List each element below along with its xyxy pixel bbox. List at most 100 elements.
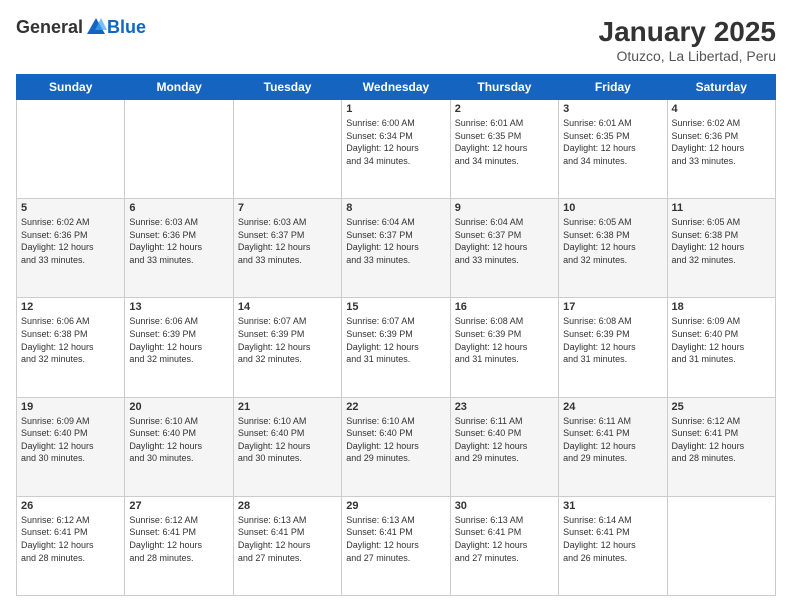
table-row: 26 Sunrise: 6:12 AMSunset: 6:41 PMDayligh… <box>17 496 125 595</box>
day-number: 31 <box>563 500 662 512</box>
day-info: Sunrise: 6:09 AMSunset: 6:40 PMDaylight:… <box>21 415 120 465</box>
day-number: 24 <box>563 401 662 413</box>
table-row: 13 Sunrise: 6:06 AMSunset: 6:39 PMDayligh… <box>125 298 233 397</box>
table-row: 7 Sunrise: 6:03 AMSunset: 6:37 PMDaylight… <box>233 199 341 298</box>
day-number: 18 <box>672 301 771 313</box>
day-info: Sunrise: 6:06 AMSunset: 6:38 PMDaylight:… <box>21 315 120 365</box>
col-monday: Monday <box>125 75 233 100</box>
table-row: 21 Sunrise: 6:10 AMSunset: 6:40 PMDayligh… <box>233 397 341 496</box>
day-number: 26 <box>21 500 120 512</box>
day-info: Sunrise: 6:10 AMSunset: 6:40 PMDaylight:… <box>129 415 228 465</box>
day-info: Sunrise: 6:10 AMSunset: 6:40 PMDaylight:… <box>238 415 337 465</box>
day-info: Sunrise: 6:09 AMSunset: 6:40 PMDaylight:… <box>672 315 771 365</box>
day-info: Sunrise: 6:02 AMSunset: 6:36 PMDaylight:… <box>672 117 771 167</box>
month-title: January 2025 <box>599 16 776 48</box>
table-row: 12 Sunrise: 6:06 AMSunset: 6:38 PMDayligh… <box>17 298 125 397</box>
day-info: Sunrise: 6:06 AMSunset: 6:39 PMDaylight:… <box>129 315 228 365</box>
day-info: Sunrise: 6:11 AMSunset: 6:41 PMDaylight:… <box>563 415 662 465</box>
day-number: 14 <box>238 301 337 313</box>
day-number: 7 <box>238 202 337 214</box>
table-row: 9Sunrise: 6:04 AMSunset: 6:37 PMDaylight… <box>450 199 558 298</box>
logo: General Blue <box>16 16 146 38</box>
table-row: 8 Sunrise: 6:04 AMSunset: 6:37 PMDaylight… <box>342 199 450 298</box>
day-number: 8 <box>346 202 445 214</box>
page: General Blue January 2025 Otuzco, La Lib… <box>0 0 792 612</box>
day-info: Sunrise: 6:08 AMSunset: 6:39 PMDaylight:… <box>563 315 662 365</box>
table-row: 20 Sunrise: 6:10 AMSunset: 6:40 PMDayligh… <box>125 397 233 496</box>
table-row: 19 Sunrise: 6:09 AMSunset: 6:40 PMDayligh… <box>17 397 125 496</box>
day-number: 9 <box>455 202 554 214</box>
day-info: Sunrise: 6:00 AMSunset: 6:34 PMDaylight:… <box>346 117 445 167</box>
calendar-table: Sunday Monday Tuesday Wednesday Thursday… <box>16 74 776 596</box>
day-info: Sunrise: 6:12 AMSunset: 6:41 PMDaylight:… <box>672 415 771 465</box>
day-number: 17 <box>563 301 662 313</box>
table-row: 28 Sunrise: 6:13 AMSunset: 6:41 PMDayligh… <box>233 496 341 595</box>
day-number: 22 <box>346 401 445 413</box>
day-number: 13 <box>129 301 228 313</box>
table-row <box>667 496 775 595</box>
col-thursday: Thursday <box>450 75 558 100</box>
table-row: 18 Sunrise: 6:09 AMSunset: 6:40 PMDayligh… <box>667 298 775 397</box>
table-row: 2Sunrise: 6:01 AMSunset: 6:35 PMDaylight… <box>450 100 558 199</box>
table-row: 22 Sunrise: 6:10 AMSunset: 6:40 PMDayligh… <box>342 397 450 496</box>
table-row: 29 Sunrise: 6:13 AMSunset: 6:41 PMDayligh… <box>342 496 450 595</box>
table-row: 24 Sunrise: 6:11 AMSunset: 6:41 PMDayligh… <box>559 397 667 496</box>
day-number: 11 <box>672 202 771 214</box>
calendar-week-row: 5Sunrise: 6:02 AMSunset: 6:36 PMDaylight… <box>17 199 776 298</box>
header: General Blue January 2025 Otuzco, La Lib… <box>16 16 776 64</box>
day-info: Sunrise: 6:13 AMSunset: 6:41 PMDaylight:… <box>238 514 337 564</box>
day-number: 3 <box>563 103 662 115</box>
col-tuesday: Tuesday <box>233 75 341 100</box>
table-row: 1 Sunrise: 6:00 AMSunset: 6:34 PMDaylight… <box>342 100 450 199</box>
table-row: 11Sunrise: 6:05 AMSunset: 6:38 PMDayligh… <box>667 199 775 298</box>
day-number: 19 <box>21 401 120 413</box>
day-info: Sunrise: 6:03 AMSunset: 6:36 PMDaylight:… <box>129 216 228 266</box>
day-info: Sunrise: 6:04 AMSunset: 6:37 PMDaylight:… <box>346 216 445 266</box>
day-number: 20 <box>129 401 228 413</box>
table-row: 10Sunrise: 6:05 AMSunset: 6:38 PMDayligh… <box>559 199 667 298</box>
table-row: 6 Sunrise: 6:03 AMSunset: 6:36 PMDaylight… <box>125 199 233 298</box>
table-row <box>17 100 125 199</box>
day-number: 21 <box>238 401 337 413</box>
title-block: January 2025 Otuzco, La Libertad, Peru <box>599 16 776 64</box>
day-number: 27 <box>129 500 228 512</box>
day-number: 1 <box>346 103 445 115</box>
logo-blue: Blue <box>107 17 146 38</box>
calendar-header-row: Sunday Monday Tuesday Wednesday Thursday… <box>17 75 776 100</box>
day-number: 28 <box>238 500 337 512</box>
logo-icon <box>85 16 107 38</box>
day-info: Sunrise: 6:03 AMSunset: 6:37 PMDaylight:… <box>238 216 337 266</box>
table-row: 14 Sunrise: 6:07 AMSunset: 6:39 PMDayligh… <box>233 298 341 397</box>
day-info: Sunrise: 6:11 AMSunset: 6:40 PMDaylight:… <box>455 415 554 465</box>
day-number: 12 <box>21 301 120 313</box>
day-info: Sunrise: 6:10 AMSunset: 6:40 PMDaylight:… <box>346 415 445 465</box>
logo-general: General <box>16 17 83 38</box>
day-info: Sunrise: 6:12 AMSunset: 6:41 PMDaylight:… <box>21 514 120 564</box>
calendar-week-row: 19 Sunrise: 6:09 AMSunset: 6:40 PMDayligh… <box>17 397 776 496</box>
day-number: 15 <box>346 301 445 313</box>
table-row: 31 Sunrise: 6:14 AMSunset: 6:41 PMDayligh… <box>559 496 667 595</box>
col-saturday: Saturday <box>667 75 775 100</box>
table-row <box>233 100 341 199</box>
day-info: Sunrise: 6:07 AMSunset: 6:39 PMDaylight:… <box>346 315 445 365</box>
table-row: 3 Sunrise: 6:01 AMSunset: 6:35 PMDaylight… <box>559 100 667 199</box>
table-row: 30Sunrise: 6:13 AMSunset: 6:41 PMDayligh… <box>450 496 558 595</box>
day-info: Sunrise: 6:08 AMSunset: 6:39 PMDaylight:… <box>455 315 554 365</box>
day-number: 29 <box>346 500 445 512</box>
col-friday: Friday <box>559 75 667 100</box>
day-info: Sunrise: 6:13 AMSunset: 6:41 PMDaylight:… <box>346 514 445 564</box>
day-number: 30 <box>455 500 554 512</box>
day-info: Sunrise: 6:01 AMSunset: 6:35 PMDaylight:… <box>455 117 554 167</box>
day-number: 4 <box>672 103 771 115</box>
calendar-week-row: 26 Sunrise: 6:12 AMSunset: 6:41 PMDayligh… <box>17 496 776 595</box>
day-number: 6 <box>129 202 228 214</box>
table-row: 5Sunrise: 6:02 AMSunset: 6:36 PMDaylight… <box>17 199 125 298</box>
day-info: Sunrise: 6:07 AMSunset: 6:39 PMDaylight:… <box>238 315 337 365</box>
day-info: Sunrise: 6:01 AMSunset: 6:35 PMDaylight:… <box>563 117 662 167</box>
table-row: 23Sunrise: 6:11 AMSunset: 6:40 PMDayligh… <box>450 397 558 496</box>
col-sunday: Sunday <box>17 75 125 100</box>
table-row: 15 Sunrise: 6:07 AMSunset: 6:39 PMDayligh… <box>342 298 450 397</box>
calendar-week-row: 12 Sunrise: 6:06 AMSunset: 6:38 PMDayligh… <box>17 298 776 397</box>
day-info: Sunrise: 6:14 AMSunset: 6:41 PMDaylight:… <box>563 514 662 564</box>
table-row: 16Sunrise: 6:08 AMSunset: 6:39 PMDayligh… <box>450 298 558 397</box>
